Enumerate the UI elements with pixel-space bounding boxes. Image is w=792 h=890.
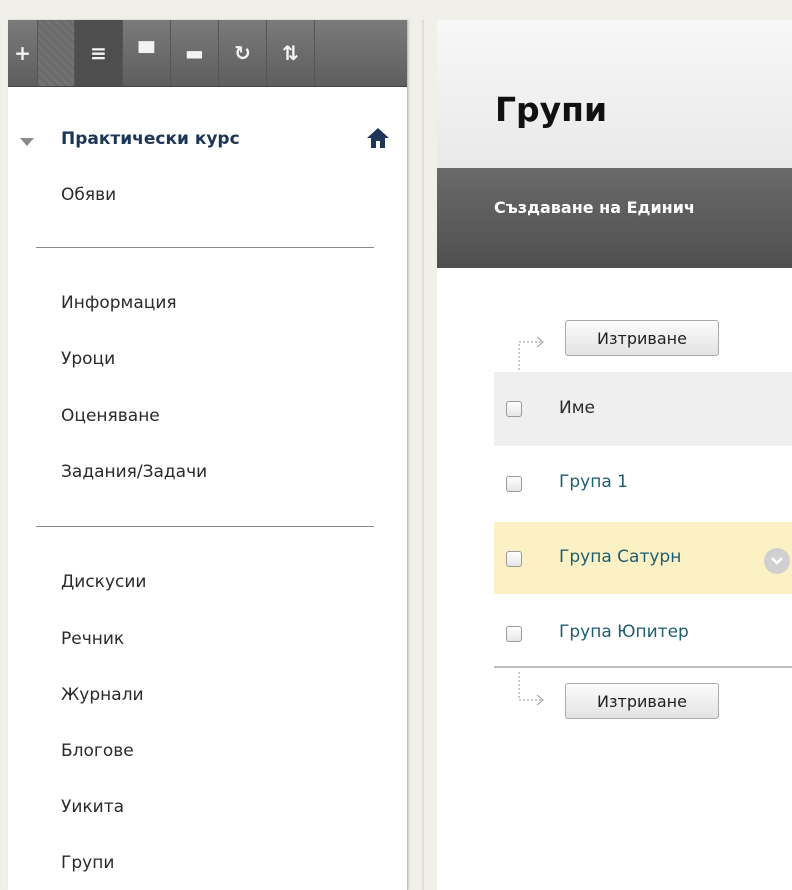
create-single-group-button[interactable]: Създаване на Единич bbox=[494, 198, 695, 217]
home-icon[interactable] bbox=[366, 126, 390, 150]
grip-icon bbox=[38, 20, 75, 86]
delete-button-top[interactable]: Изтриване bbox=[565, 320, 719, 356]
window-icon[interactable]: ▬ bbox=[171, 20, 219, 86]
table-row bbox=[494, 446, 792, 518]
sidebar-item-grading[interactable]: Оценяване bbox=[61, 406, 160, 426]
course-title[interactable]: Практически курс bbox=[61, 129, 240, 149]
chevron-down-icon[interactable] bbox=[764, 548, 790, 574]
row-checkbox[interactable] bbox=[506, 551, 522, 567]
page-title: Групи bbox=[495, 90, 608, 129]
bulk-action-arrow-icon bbox=[518, 672, 544, 706]
sort-icon[interactable]: ⇅ bbox=[267, 20, 315, 86]
bulk-action-arrow-icon bbox=[518, 336, 544, 370]
sidebar-item-glossary[interactable]: Речник bbox=[61, 629, 124, 649]
sidebar-item-announcements[interactable]: Обяви bbox=[61, 185, 116, 205]
page-header: Групи bbox=[437, 20, 792, 169]
sidebar-item-information[interactable]: Информация bbox=[61, 293, 177, 313]
sidebar-item-lessons[interactable]: Уроци bbox=[61, 349, 115, 369]
sidebar-item-discussions[interactable]: Дискусии bbox=[61, 572, 146, 592]
menu-divider bbox=[36, 247, 374, 248]
refresh-icon[interactable]: ↻ bbox=[219, 20, 267, 86]
folder-icon[interactable]: ▀ bbox=[123, 20, 171, 86]
row-checkbox[interactable] bbox=[506, 476, 522, 492]
plus-icon[interactable]: + bbox=[8, 20, 38, 86]
group-link[interactable]: Група 1 bbox=[559, 472, 628, 492]
sidebar-item-assignments[interactable]: Задания/Задачи bbox=[61, 462, 207, 482]
table-header bbox=[494, 372, 792, 446]
column-header-name[interactable]: Име bbox=[559, 398, 595, 418]
select-all-checkbox[interactable] bbox=[506, 401, 522, 417]
list-icon[interactable]: ≡ bbox=[75, 20, 123, 86]
group-link[interactable]: Група Сатурн bbox=[559, 547, 681, 567]
menu-divider bbox=[36, 526, 374, 527]
resize-gutter[interactable] bbox=[410, 20, 437, 890]
row-checkbox[interactable] bbox=[506, 626, 522, 642]
sidebar-item-blogs[interactable]: Блогове bbox=[61, 741, 134, 761]
delete-button-bottom[interactable]: Изтриване bbox=[565, 683, 719, 719]
table-bottom-border bbox=[494, 666, 792, 668]
action-bar: Създаване на Единич bbox=[437, 168, 792, 268]
course-collapse-arrow-icon[interactable] bbox=[20, 138, 34, 146]
group-link[interactable]: Група Юпитер bbox=[559, 622, 689, 642]
sidebar-toolbar: + ≡ ▀ ▬ ↻ ⇅ bbox=[8, 20, 407, 87]
sidebar-item-groups[interactable]: Групи bbox=[61, 853, 114, 873]
sidebar-item-journals[interactable]: Журнали bbox=[61, 685, 144, 705]
sidebar-item-wikis[interactable]: Уикита bbox=[61, 797, 124, 817]
